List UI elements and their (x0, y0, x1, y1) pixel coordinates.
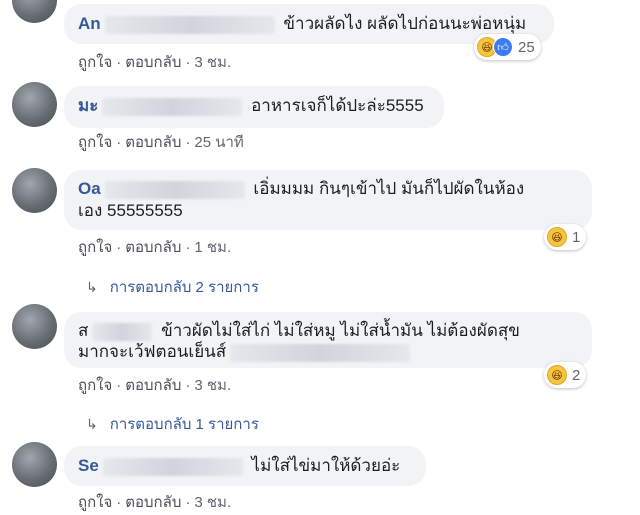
comment-text-line1: ข้าวผัดไม่ใส่ไก่ ไม่ใส่หมู ไม่ใส่น้ำมัน … (161, 321, 520, 340)
reaction-summary[interactable]: 😆︎ 2 (544, 362, 587, 388)
avatar[interactable] (12, 304, 57, 349)
reply-link[interactable]: ตอบกลับ (125, 239, 181, 256)
view-replies-link[interactable]: ↳ การตอบกลับ 1 รายการ (86, 412, 259, 436)
reply-arrow-icon: ↳ (86, 416, 98, 432)
timestamp[interactable]: 3 ชม. (194, 494, 231, 511)
comment-actions: ถูกใจ · ตอบกลับ · 25 นาที (78, 134, 244, 151)
comment-text-line2: เอง 55555555 (78, 201, 183, 220)
reaction-count: 25 (518, 38, 535, 56)
comment-bubble: มะ อาหารเจก็ได้ปะล่ะ5555 (64, 86, 444, 128)
comment-text: อาหารเจก็ได้ปะล่ะ5555 (251, 96, 424, 115)
timestamp[interactable]: 3 ชม. (194, 54, 231, 71)
reaction-count: 2 (572, 366, 581, 384)
reply-arrow-icon: ↳ (86, 279, 98, 295)
commenter-name[interactable]: An (78, 14, 101, 33)
redacted-name (102, 97, 243, 116)
redacted-name (104, 15, 275, 34)
comment-text-line1: เอิ่มมมม กินๆเข้าไป มันก็ไปผัดในห้อง (253, 179, 525, 198)
commenter-name[interactable]: Se (78, 456, 99, 475)
like-link[interactable]: ถูกใจ (78, 239, 112, 256)
reply-link[interactable]: ตอบกลับ (125, 54, 181, 71)
haha-reaction-icon: 😆︎ (547, 365, 567, 385)
view-replies-link[interactable]: ↳ การตอบกลับ 2 รายการ (86, 275, 259, 299)
haha-reaction-icon: 😆︎ (547, 227, 567, 247)
redacted-name (104, 180, 245, 199)
timestamp[interactable]: 3 ชม. (194, 377, 231, 394)
avatar[interactable] (12, 168, 57, 213)
reply-link[interactable]: ตอบกลับ (125, 377, 181, 394)
like-link[interactable]: ถูกใจ (78, 54, 112, 71)
redacted-name (92, 322, 153, 341)
comment-text-line2-text: มากจะเว้ฟตอนเย็นส์ (78, 342, 227, 361)
commenter-name[interactable]: มะ (78, 96, 98, 115)
commenter-name[interactable]: ส (78, 321, 88, 340)
avatar[interactable] (12, 442, 57, 487)
reply-link[interactable]: ตอบกลับ (125, 134, 181, 151)
comment-actions: ถูกใจ · ตอบกลับ · 3 ชม. (78, 494, 232, 511)
avatar[interactable] (12, 82, 57, 127)
comment-text: ไม่ใส่ไข่มาให้ด้วยอ่ะ (251, 456, 401, 475)
replies-count-label[interactable]: การตอบกลับ 2 รายการ (110, 279, 259, 296)
comment-actions: ถูกใจ · ตอบกลับ · 1 ชม. (78, 239, 232, 256)
like-link[interactable]: ถูกใจ (78, 134, 112, 151)
like-reaction-icon: 👍︎ (493, 37, 513, 57)
reaction-summary[interactable]: 😆︎ 👍︎ 25 (474, 34, 541, 60)
reaction-count: 1 (572, 228, 581, 246)
comment-bubble: Oa เอิ่มมมม กินๆเข้าไป มันก็ไปผัดในห้อง … (64, 170, 592, 230)
comment-bubble: ส ข้าวผัดไม่ใส่ไก่ ไม่ใส่หมู ไม่ใส่น้ำมั… (64, 312, 592, 368)
commenter-name[interactable]: Oa (78, 179, 101, 198)
timestamp[interactable]: 1 ชม. (194, 239, 231, 256)
comment-text-line2: มากจะเว้ฟตอนเย็นส์ (78, 341, 578, 362)
comment-bubble: Se ไม่ใส่ไข่มาให้ด้วยอ่ะ (64, 446, 426, 486)
like-link[interactable]: ถูกใจ (78, 494, 112, 511)
comment-actions: ถูกใจ · ตอบกลับ · 3 ชม. (78, 377, 232, 394)
redacted-link (230, 343, 411, 362)
redacted-name (102, 457, 243, 476)
comment-text: ข้าวผลัดไง ผลัดไปก่อนนะพ่อหนุ่ม (283, 14, 527, 33)
avatar[interactable] (12, 0, 57, 23)
reaction-summary[interactable]: 😆︎ 1 (544, 224, 587, 250)
reply-link[interactable]: ตอบกลับ (125, 494, 181, 511)
replies-count-label[interactable]: การตอบกลับ 1 รายการ (110, 416, 259, 433)
comment-actions: ถูกใจ · ตอบกลับ · 3 ชม. (78, 54, 232, 71)
like-link[interactable]: ถูกใจ (78, 377, 112, 394)
timestamp[interactable]: 25 นาที (194, 134, 243, 151)
